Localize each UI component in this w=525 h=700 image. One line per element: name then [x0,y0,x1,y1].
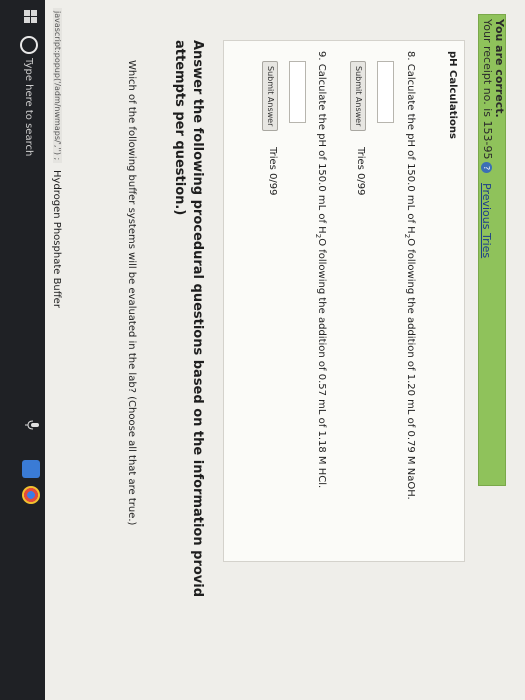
procedural-heading-continued: attempts per question.) [172,40,187,216]
taskbar-search-input[interactable] [20,58,38,238]
taskbar [0,0,45,700]
app-icon[interactable] [22,460,40,478]
chrome-icon[interactable] [22,486,40,504]
tries-counter-9: Tries 0/99 [267,147,278,196]
webpage: You are correct. Your receipt no. is 153… [45,0,525,700]
question-text: O following the addition of 1.20 mL of 0… [405,238,416,500]
screen: You are correct. Your receipt no. is 153… [0,0,525,700]
option-hydrogen-phosphate[interactable]: Hydrogen Phosphate Buffer [51,170,62,308]
procedural-heading: Answer the following procedural question… [190,40,205,598]
submit-answer-button-9[interactable]: Submit Answer [262,61,278,132]
microphone-icon[interactable] [25,420,39,430]
ph-calculations-panel: pH Calculations 8. Calculate the pH of 1… [223,40,465,562]
tries-counter-8: Tries 0/99 [355,147,366,196]
question-text: Calculate the pH of 150.0 mL of H [316,63,327,234]
question-8: 8. Calculate the pH of 150.0 mL of H2O f… [403,51,416,500]
cortana-icon[interactable] [20,36,38,54]
success-banner: You are correct. Your receipt no. is 153… [478,14,506,486]
correct-message: You are correct. [493,19,506,118]
status-bar-url: javascript:popup('/adm/nwmaps/','') ; [53,8,62,164]
question-9: 9. Calculate the pH of 150.0 mL of H2O f… [314,51,327,488]
info-icon[interactable]: ? [481,162,493,174]
section-title: pH Calculations [447,51,458,139]
buffer-question: Which of the following buffer systems wi… [126,60,137,526]
question-text: O following the addition of 0.57 mL of 1… [316,238,327,489]
receipt-number: Your receipt no. is 153-95 [481,19,494,160]
answer-input-8[interactable] [377,61,394,123]
question-number: 9. [316,51,327,61]
windows-start-icon[interactable] [23,10,37,24]
receipt-line: Your receipt no. is 153-95? [481,19,494,174]
previous-tries-link[interactable]: Previous Tries [480,183,493,258]
question-text: Calculate the pH of 150.0 mL of H [405,63,416,234]
submit-answer-button-8[interactable]: Submit Answer [350,61,366,132]
answer-input-9[interactable] [289,61,306,123]
question-number: 8. [405,51,416,61]
